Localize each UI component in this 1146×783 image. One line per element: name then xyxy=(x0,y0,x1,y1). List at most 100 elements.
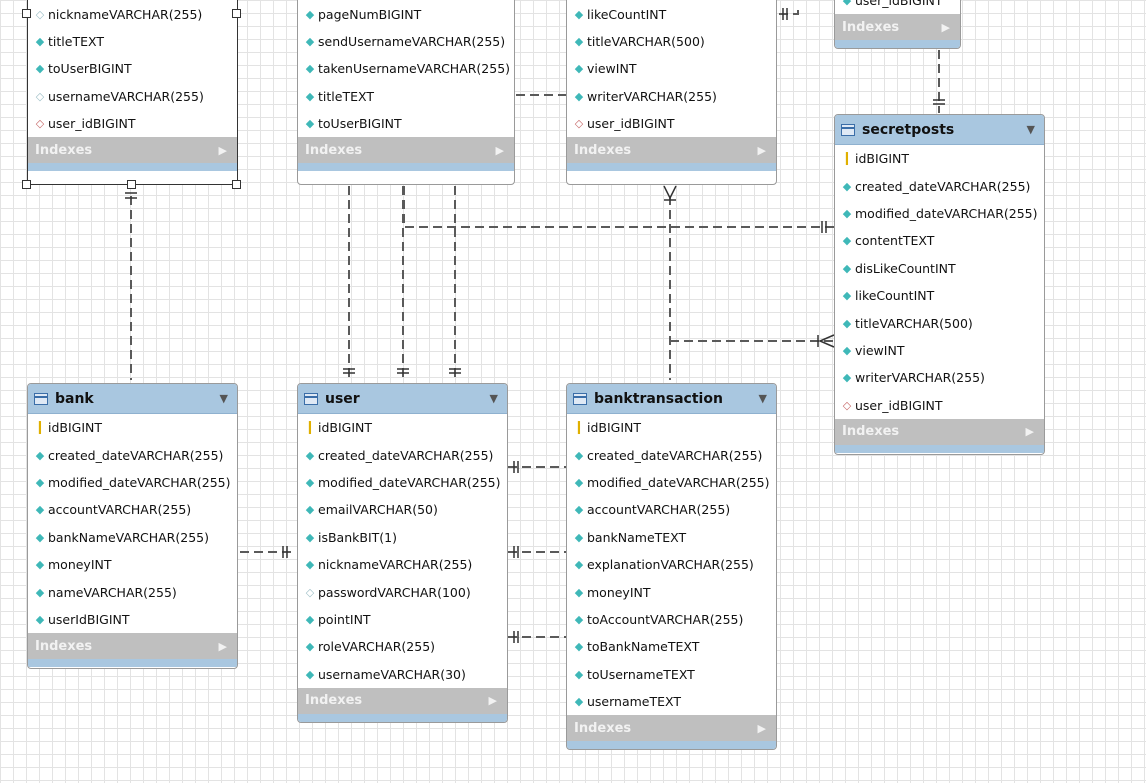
column-row[interactable]: ◆ content TEXT xyxy=(835,227,1044,254)
column-diamond-icon: ◆ xyxy=(35,558,45,572)
column-row[interactable]: ◇ user_id BIGINT xyxy=(28,110,237,137)
column-row[interactable]: ◆ created_date VARCHAR(255) xyxy=(298,441,507,468)
column-row[interactable]: ◇ username VARCHAR(255) xyxy=(28,83,237,110)
column-row[interactable]: ◇ nickname VARCHAR(255) xyxy=(28,0,237,27)
column-row[interactable]: ◆ view INT xyxy=(567,55,776,82)
column-row[interactable]: ◆ email VARCHAR(50) xyxy=(298,496,507,523)
column-row[interactable]: ◆ money INT xyxy=(28,551,237,578)
column-row[interactable]: ◆ toUser BIGINT xyxy=(298,110,514,137)
column-row[interactable]: ◆ likeCount INT xyxy=(567,0,776,27)
indexes-bar[interactable]: Indexes ▶ xyxy=(835,14,960,41)
expand-arrow-icon[interactable]: ▶ xyxy=(219,640,227,653)
column-row[interactable]: ◆ created_date VARCHAR(255) xyxy=(835,172,1044,199)
dropdown-arrow-icon[interactable]: ▼ xyxy=(1027,123,1035,136)
column-name: pageNum xyxy=(318,6,379,22)
column-row[interactable]: ◆ title TEXT xyxy=(28,28,237,55)
column-row[interactable]: ◆ created_date VARCHAR(255) xyxy=(28,441,237,468)
column-type: INT xyxy=(913,288,935,304)
column-row[interactable]: ◆ view INT xyxy=(835,337,1044,364)
column-row[interactable]: ◆ pageNum BIGINT xyxy=(298,0,514,27)
column-row[interactable]: ◆ modified_date VARCHAR(255) xyxy=(835,200,1044,227)
indexes-bar[interactable]: Indexes ▶ xyxy=(298,137,514,164)
column-row[interactable]: ◆ username VARCHAR(30) xyxy=(298,661,507,688)
column-row[interactable]: ◆ role VARCHAR(255) xyxy=(298,633,507,660)
expand-arrow-icon[interactable]: ▶ xyxy=(489,694,497,707)
resize-handle[interactable] xyxy=(22,9,31,18)
resize-handle[interactable] xyxy=(232,9,241,18)
resize-handle[interactable] xyxy=(127,180,136,189)
expand-arrow-icon[interactable]: ▶ xyxy=(758,722,766,735)
column-row[interactable]: ◆ writer VARCHAR(255) xyxy=(567,83,776,110)
expand-arrow-icon[interactable]: ▶ xyxy=(1026,425,1034,438)
column-row[interactable]: ◆ explanation VARCHAR(255) xyxy=(567,551,776,578)
column-row[interactable]: ◆ toUsername TEXT xyxy=(567,661,776,688)
column-row[interactable]: ◆ created_date VARCHAR(255) xyxy=(567,441,776,468)
column-row[interactable]: ❙ id BIGINT xyxy=(835,145,1044,172)
table-messages[interactable]: ◆fromUser BIGINT◆pageNum BIGINT◆sendUser… xyxy=(297,0,515,185)
column-row[interactable]: ◆ user_id BIGINT xyxy=(835,0,960,14)
column-row[interactable]: ◆ disLikeCount INT xyxy=(835,255,1044,282)
column-row[interactable]: ◆ modified_date VARCHAR(255) xyxy=(567,469,776,496)
column-row[interactable]: ◆ toBankName TEXT xyxy=(567,633,776,660)
column-row[interactable]: ◆ money INT xyxy=(567,578,776,605)
column-row[interactable]: ◆ account VARCHAR(255) xyxy=(567,496,776,523)
indexes-bar[interactable]: Indexes ▶ xyxy=(28,633,237,660)
column-row[interactable]: ◆ sendUsername VARCHAR(255) xyxy=(298,28,514,55)
column-row[interactable]: ◆ modified_date VARCHAR(255) xyxy=(298,469,507,496)
resize-handle[interactable] xyxy=(22,180,31,189)
indexes-bar[interactable]: Indexes ▶ xyxy=(28,137,237,164)
table-posts[interactable]: ◆disLikeCount INT◆likeCount INT◆title VA… xyxy=(566,0,777,185)
column-row[interactable]: ◆ point INT xyxy=(298,606,507,633)
column-row[interactable]: ❙ id BIGINT xyxy=(567,414,776,441)
column-row[interactable]: ◆ toAccount VARCHAR(255) xyxy=(567,606,776,633)
nullable-column-diamond-icon: ◇ xyxy=(305,585,315,599)
indexes-bar[interactable]: Indexes ▶ xyxy=(567,715,776,742)
dropdown-arrow-icon[interactable]: ▼ xyxy=(220,392,228,405)
column-row[interactable]: ◇ user_id BIGINT xyxy=(567,110,776,137)
table-header[interactable]: user ▼ xyxy=(298,384,507,414)
column-diamond-icon: ◆ xyxy=(35,585,45,599)
column-row[interactable]: ◆ bankName TEXT xyxy=(567,524,776,551)
expand-arrow-icon[interactable]: ▶ xyxy=(942,21,950,34)
column-row[interactable]: ◆ isBank BIT(1) xyxy=(298,524,507,551)
table-bank[interactable]: bank ▼ ❙ id BIGINT ◆ created_date VARCHAR(2… xyxy=(27,383,238,669)
expand-arrow-icon[interactable]: ▶ xyxy=(496,144,504,157)
dropdown-arrow-icon[interactable]: ▼ xyxy=(759,392,767,405)
table-notes[interactable]: ◆isRemoved BIT(1)◇nickname VARCHAR(255)◆… xyxy=(27,0,238,185)
column-row[interactable]: ◆ username TEXT xyxy=(567,688,776,715)
table-topright[interactable]: ◆ user_id BIGINT Indexes ▶ xyxy=(834,0,961,49)
table-header[interactable]: bank ▼ xyxy=(28,384,237,414)
indexes-bar[interactable]: Indexes ▶ xyxy=(298,687,507,714)
column-row[interactable]: ◆ writer VARCHAR(255) xyxy=(835,364,1044,391)
column-row[interactable]: ◆ likeCount INT xyxy=(835,282,1044,309)
table-header[interactable]: secretposts ▼ xyxy=(835,115,1044,145)
column-row[interactable]: ◇ password VARCHAR(100) xyxy=(298,578,507,605)
column-row[interactable]: ◆ title VARCHAR(500) xyxy=(567,28,776,55)
indexes-bar[interactable]: Indexes ▶ xyxy=(567,137,776,164)
resize-handle[interactable] xyxy=(232,180,241,189)
table-user[interactable]: user ▼ ❙ id BIGINT ◆ created_date VARCHAR(2… xyxy=(297,383,508,723)
column-row[interactable]: ◆ modified_date VARCHAR(255) xyxy=(28,469,237,496)
column-type: INT xyxy=(883,342,905,358)
expand-arrow-icon[interactable]: ▶ xyxy=(219,144,227,157)
column-row[interactable]: ◆ takenUsername VARCHAR(255) xyxy=(298,55,514,82)
table-header[interactable]: banktransaction ▼ xyxy=(567,384,776,414)
table-footer xyxy=(567,163,776,172)
column-row[interactable]: ◇ user_id BIGINT xyxy=(835,392,1044,419)
indexes-bar[interactable]: Indexes ▶ xyxy=(835,418,1044,445)
column-row[interactable]: ◆ title TEXT xyxy=(298,83,514,110)
column-row[interactable]: ❙ id BIGINT xyxy=(298,414,507,441)
column-name: username xyxy=(48,88,111,104)
column-row[interactable]: ◆ account VARCHAR(255) xyxy=(28,496,237,523)
column-row[interactable]: ◆ name VARCHAR(255) xyxy=(28,578,237,605)
expand-arrow-icon[interactable]: ▶ xyxy=(758,144,766,157)
column-row[interactable]: ◆ nickname VARCHAR(255) xyxy=(298,551,507,578)
column-row[interactable]: ❙ id BIGINT xyxy=(28,414,237,441)
column-row[interactable]: ◆ userId BIGINT xyxy=(28,606,237,633)
table-secretposts[interactable]: secretposts ▼ ❙ id BIGINT ◆ created_date VA… xyxy=(834,114,1045,455)
dropdown-arrow-icon[interactable]: ▼ xyxy=(490,392,498,405)
column-row[interactable]: ◆ bankName VARCHAR(255) xyxy=(28,524,237,551)
column-row[interactable]: ◆ toUser BIGINT xyxy=(28,55,237,82)
table-banktransaction[interactable]: banktransaction ▼ ❙ id BIGINT ◆ created_dat… xyxy=(566,383,777,750)
column-row[interactable]: ◆ title VARCHAR(500) xyxy=(835,309,1044,336)
